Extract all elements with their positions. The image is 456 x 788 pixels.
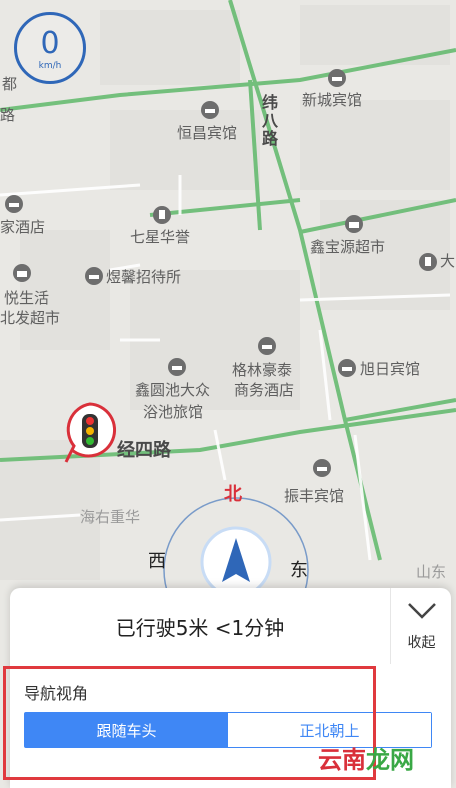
watermark-part2: 龙网 [366,746,414,774]
building-icon [153,206,171,224]
traffic-light-marker-icon[interactable] [60,400,120,466]
poi-label[interactable]: 家酒店 [0,218,45,237]
poi-label[interactable]: 七星华誉 [130,228,190,247]
poi-label[interactable]: 旭日宾馆 [360,360,420,379]
poi-label[interactable]: 路 [0,106,15,125]
poi-label[interactable]: 振丰宾馆 [284,487,344,506]
poi-label[interactable]: 煜馨招待所 [106,268,181,287]
shop-icon [345,215,363,233]
poi-label[interactable]: 新城宾馆 [302,91,362,110]
collapse-label: 收起 [407,635,436,651]
poi-label[interactable]: 鑫宝源超市 [310,238,385,257]
speed-value: 0 [40,26,60,61]
shop-icon [13,264,31,282]
hotel-icon [313,459,331,477]
trip-status: 已行驶5米 <1分钟 [10,588,390,664]
poi-label[interactable]: 北发超市 [0,309,60,328]
poi-label[interactable]: 格林豪泰 [232,361,292,380]
poi-label[interactable]: 浴池旅馆 [143,403,203,422]
hotel-icon [5,195,23,213]
poi-label[interactable]: 都 [2,75,17,94]
hotel-icon [328,69,346,87]
watermark-part1: 云南 [318,746,366,774]
follow-heading-option[interactable]: 跟随车头 [25,713,228,747]
area-label: 山东 [416,563,447,581]
collapse-button[interactable]: 收起 [390,588,452,664]
chevron-down-icon [408,603,436,619]
hotel-icon [338,359,356,377]
hotel-icon [258,337,276,355]
trip-status-text: 已行驶5米 <1分钟 [115,615,285,640]
road-name-horizontal: 经四路 [117,440,171,461]
hotel-icon [201,101,219,119]
compass-east-label: 东 [290,560,308,581]
poi-label[interactable]: 大 [440,252,455,271]
compass-north-label: 北 [224,484,242,505]
bath-icon [168,358,186,376]
poi-icon [419,253,437,271]
watermark-logo: 云南龙网 [318,740,414,775]
speed-unit: km/h [38,61,62,71]
compass-west-label: 西 [148,551,166,572]
speedometer: 0 km/h [14,12,86,84]
poi-label[interactable]: 恒昌宾馆 [177,124,237,143]
poi-label[interactable]: 鑫圆池大众 [135,381,210,400]
poi-label[interactable]: 悦生活 [4,289,49,308]
area-label: 海右重华 [80,508,141,526]
poi-label[interactable]: 商务酒店 [234,381,294,400]
road-name-vertical: 纬八路 [262,93,279,148]
view-mode-title: 导航视角 [24,684,89,703]
hotel-icon [85,267,103,285]
